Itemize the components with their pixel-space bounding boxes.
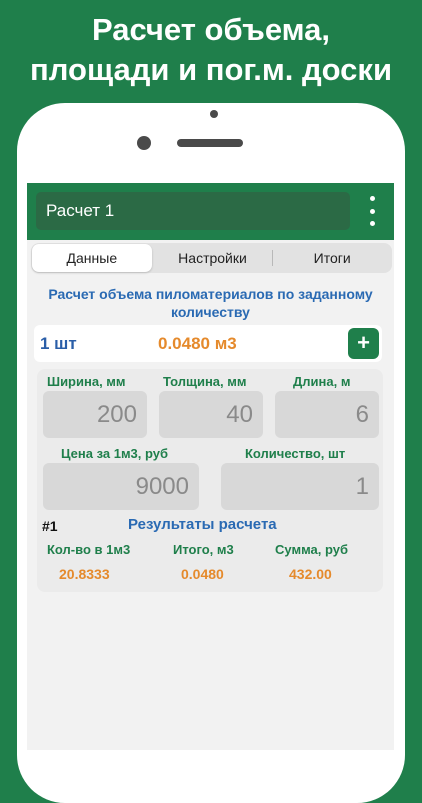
app-screen: Расчет 1 Данные Настройки Итоги Расчет о…: [27, 183, 394, 750]
front-camera: [137, 136, 151, 150]
thickness-label: Толщина, мм: [163, 374, 247, 389]
total-volume-label: Итого, м3: [173, 542, 234, 557]
quantity-label: Количество, шт: [245, 446, 346, 461]
price-input[interactable]: 9000: [43, 463, 199, 510]
total-sum-value: 432.00: [289, 566, 332, 582]
plus-icon: +: [357, 330, 370, 355]
calculation-heading: Расчет объема пиломатериалов по заданном…: [48, 286, 373, 320]
promo-headline: Расчет объема, площади и пог.м. доски: [0, 10, 422, 90]
per-cubic-meter-label: Кол-во в 1м3: [47, 542, 131, 557]
input-form: Ширина, мм Толщина, мм Длина, м 200 40 6…: [37, 369, 383, 592]
width-label: Ширина, мм: [47, 374, 126, 389]
tab-totals[interactable]: Итоги: [272, 243, 392, 273]
tab-data[interactable]: Данные: [32, 244, 152, 272]
total-volume: 0.0480 м3: [158, 334, 237, 353]
width-input[interactable]: 200: [43, 391, 147, 438]
add-calculation-button[interactable]: +: [348, 328, 379, 359]
summary-row: 1 шт 0.0480 м3 +: [34, 325, 382, 362]
price-label: Цена за 1м3, руб: [61, 446, 169, 461]
segmented-tabs: Данные Настройки Итоги: [31, 243, 392, 273]
results-title: Результаты расчета: [128, 516, 277, 533]
total-sum-label: Сумма, руб: [275, 542, 348, 557]
sensor-dot: [210, 110, 218, 118]
total-volume-value: 0.0480: [181, 566, 224, 582]
calculation-title-field[interactable]: Расчет 1: [36, 192, 350, 230]
length-label: Длина, м: [293, 374, 351, 389]
kebab-dot: [369, 221, 375, 226]
tab-settings[interactable]: Настройки: [153, 243, 273, 273]
piece-count: 1 шт: [40, 334, 77, 353]
thickness-input[interactable]: 40: [159, 391, 263, 438]
kebab-vertical-icon[interactable]: [365, 196, 379, 226]
kebab-dot: [369, 208, 375, 214]
kebab-dot: [369, 196, 375, 201]
quantity-input[interactable]: 1: [221, 463, 379, 510]
app-bar: Расчет 1: [27, 183, 394, 240]
promo-line-1: Расчет объема,: [91, 12, 331, 47]
result-number: #1: [42, 518, 58, 534]
earpiece-speaker: [177, 139, 243, 147]
promo-line-2: площади и пог.м. доски: [30, 52, 392, 87]
length-input[interactable]: 6: [275, 391, 379, 438]
per-cubic-meter-value: 20.8333: [59, 566, 110, 582]
